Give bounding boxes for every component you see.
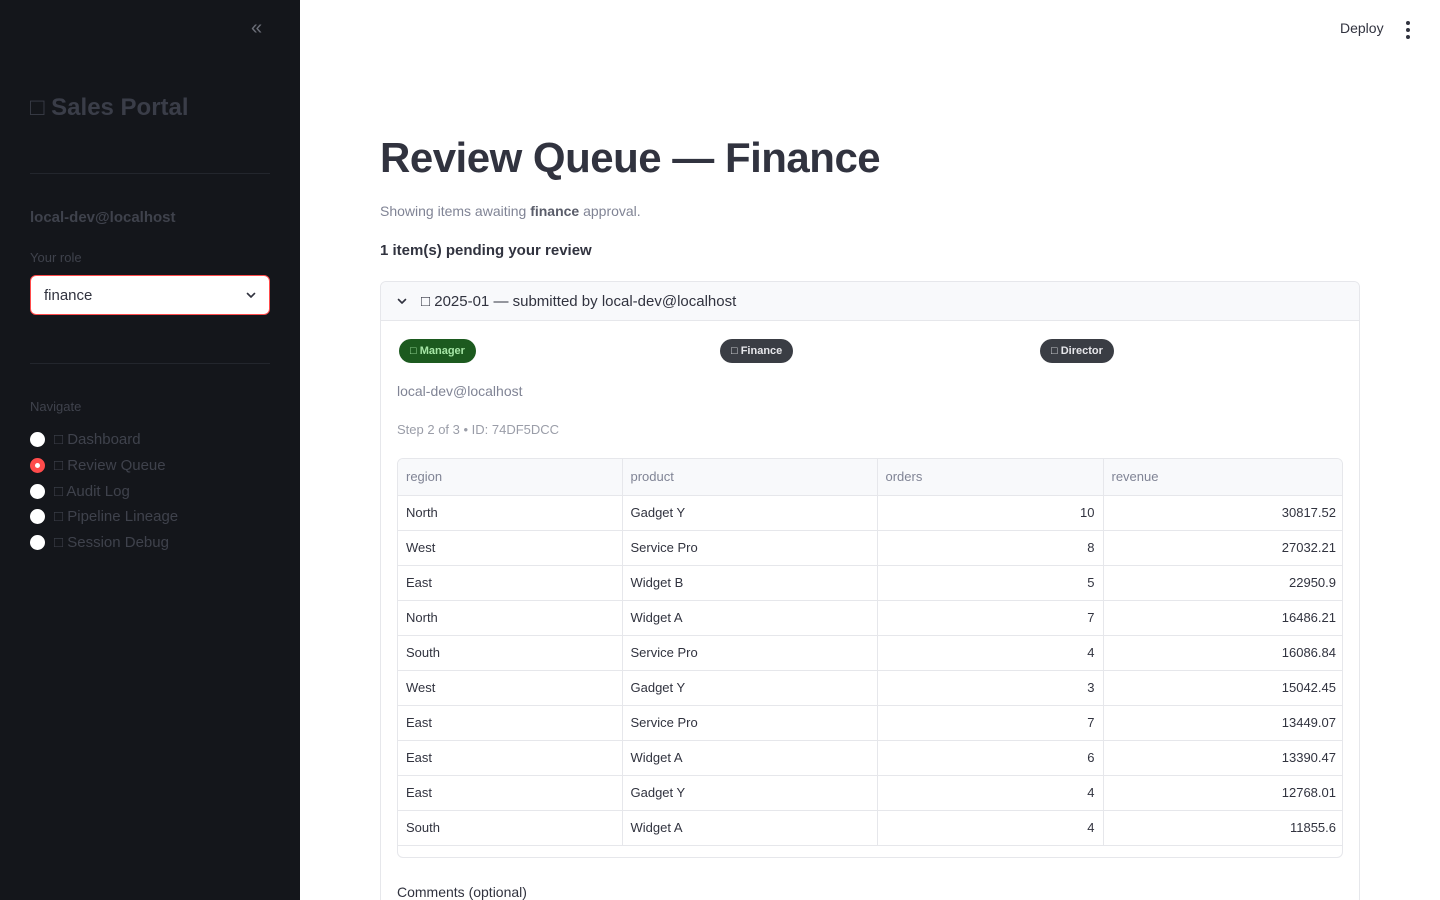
nav-item-label: □ Session Debug bbox=[54, 534, 169, 552]
nav-label: Navigate bbox=[30, 399, 82, 414]
column-header-product[interactable]: product bbox=[622, 459, 878, 496]
column-header-revenue[interactable]: revenue bbox=[1103, 459, 1342, 496]
cell-orders: 7 bbox=[877, 600, 1104, 636]
nav-item-label: □ Dashboard bbox=[54, 431, 141, 449]
nav-item-label: □ Pipeline Lineage bbox=[54, 508, 179, 526]
cell-product: Service Pro bbox=[622, 705, 878, 741]
cell-product: Widget A bbox=[622, 600, 878, 636]
nav-item-dashboard[interactable]: □ Dashboard bbox=[30, 427, 178, 453]
cell-revenue: 13390.47 bbox=[1103, 740, 1342, 776]
role-select[interactable]: finance bbox=[30, 275, 270, 315]
cell-product: Gadget Y bbox=[622, 495, 878, 531]
chevron-down-icon bbox=[397, 298, 407, 304]
cell-revenue: 11855.6 bbox=[1103, 810, 1342, 846]
cell-region: East bbox=[398, 775, 623, 811]
cell-region: East bbox=[398, 740, 623, 776]
page-caption: Showing items awaiting finance approval. bbox=[380, 203, 641, 219]
cell-region: East bbox=[398, 565, 623, 601]
sidebar-divider bbox=[30, 363, 270, 364]
cell-product: Widget A bbox=[622, 810, 878, 846]
sidebar: « □ Sales Portal local-dev@localhost You… bbox=[0, 0, 300, 900]
pending-count: 1 item(s) pending your review bbox=[380, 242, 592, 259]
cell-orders: 7 bbox=[877, 705, 1104, 741]
data-table[interactable]: region product orders revenue North Gadge… bbox=[397, 458, 1343, 858]
table-row: East Widget B 5 22950.9 bbox=[398, 565, 1342, 601]
nav-item-pipeline-lineage[interactable]: □ Pipeline Lineage bbox=[30, 504, 178, 530]
cell-revenue: 22950.9 bbox=[1103, 565, 1342, 601]
expander-header[interactable]: □ 2025-01 — submitted by local-dev@local… bbox=[381, 282, 1359, 321]
radio-icon[interactable] bbox=[30, 432, 45, 448]
expander-title: □ 2025-01 — submitted by local-dev@local… bbox=[421, 292, 737, 310]
cell-orders: 8 bbox=[877, 530, 1104, 566]
table-row: South Widget A 4 11855.6 bbox=[398, 810, 1342, 846]
cell-region: West bbox=[398, 530, 623, 566]
cell-revenue: 30817.52 bbox=[1103, 495, 1342, 531]
deploy-button[interactable]: Deploy bbox=[1334, 18, 1390, 38]
column-header-orders[interactable]: orders bbox=[877, 459, 1104, 496]
table-header-row: region product orders revenue bbox=[398, 459, 1342, 496]
status-badge-manager: □ Manager bbox=[399, 339, 476, 363]
cell-region: South bbox=[398, 635, 623, 671]
cell-region: North bbox=[398, 600, 623, 636]
page-title: Review Queue — Finance bbox=[380, 134, 881, 181]
user-email: local-dev@localhost bbox=[30, 209, 176, 226]
cell-product: Widget B bbox=[622, 565, 878, 601]
cell-orders: 3 bbox=[877, 670, 1104, 706]
column-header-region[interactable]: region bbox=[398, 459, 623, 496]
radio-icon[interactable] bbox=[30, 483, 45, 499]
status-badge-director: □ Director bbox=[1040, 339, 1114, 363]
table-row: East Gadget Y 4 12768.01 bbox=[398, 775, 1342, 811]
cell-revenue: 16086.84 bbox=[1103, 635, 1342, 671]
cell-revenue: 12768.01 bbox=[1103, 775, 1342, 811]
radio-icon[interactable] bbox=[30, 535, 45, 551]
cell-revenue: 15042.45 bbox=[1103, 670, 1342, 706]
nav-item-session-debug[interactable]: □ Session Debug bbox=[30, 530, 178, 556]
comments-label: Comments (optional) bbox=[397, 884, 527, 900]
cell-revenue: 27032.21 bbox=[1103, 530, 1342, 566]
table-row: North Widget A 7 16486.21 bbox=[398, 600, 1342, 636]
cell-orders: 4 bbox=[877, 775, 1104, 811]
chevron-down-icon bbox=[246, 292, 256, 298]
cell-revenue: 13449.07 bbox=[1103, 705, 1342, 741]
nav-item-review-queue[interactable]: □ Review Queue bbox=[30, 453, 178, 479]
kebab-menu-icon[interactable] bbox=[1398, 20, 1418, 40]
nav-item-label: □ Review Queue bbox=[54, 457, 166, 475]
cell-orders: 10 bbox=[877, 495, 1104, 531]
status-badge-finance: □ Finance bbox=[720, 339, 794, 363]
cell-orders: 4 bbox=[877, 635, 1104, 671]
table-row: West Gadget Y 3 15042.45 bbox=[398, 670, 1342, 706]
table-row: East Service Pro 7 13449.07 bbox=[398, 705, 1342, 741]
cell-region: West bbox=[398, 670, 623, 706]
cell-region: East bbox=[398, 705, 623, 741]
table-row: East Widget A 6 13390.47 bbox=[398, 740, 1342, 776]
radio-selected-icon[interactable] bbox=[30, 458, 45, 474]
cell-product: Widget A bbox=[622, 740, 878, 776]
cell-product: Service Pro bbox=[622, 635, 878, 671]
cell-product: Gadget Y bbox=[622, 670, 878, 706]
nav-item-label: □ Audit Log bbox=[54, 482, 130, 500]
table-row: West Service Pro 8 27032.21 bbox=[398, 530, 1342, 566]
role-label: Your role bbox=[30, 250, 82, 265]
cell-revenue: 16486.21 bbox=[1103, 600, 1342, 636]
app-title: □ Sales Portal bbox=[30, 94, 189, 121]
cell-region: South bbox=[398, 810, 623, 846]
collapse-sidebar-icon[interactable]: « bbox=[244, 18, 266, 40]
submitter-email: local-dev@localhost bbox=[397, 383, 523, 399]
table-row: South Service Pro 4 16086.84 bbox=[398, 635, 1342, 671]
role-select-value: finance bbox=[44, 286, 93, 304]
nav-item-audit-log[interactable]: □ Audit Log bbox=[30, 478, 178, 504]
step-info: Step 2 of 3 • ID: 74DF5DCC bbox=[397, 422, 560, 437]
cell-orders: 6 bbox=[877, 740, 1104, 776]
nav-radio-group: □ Dashboard □ Review Queue □ Audit Log □… bbox=[30, 427, 178, 555]
sidebar-divider bbox=[30, 173, 270, 174]
cell-product: Gadget Y bbox=[622, 775, 878, 811]
radio-icon[interactable] bbox=[30, 509, 45, 525]
cell-region: North bbox=[398, 495, 623, 531]
cell-orders: 4 bbox=[877, 810, 1104, 846]
cell-product: Service Pro bbox=[622, 530, 878, 566]
table-row: North Gadget Y 10 30817.52 bbox=[398, 495, 1342, 531]
cell-orders: 5 bbox=[877, 565, 1104, 601]
